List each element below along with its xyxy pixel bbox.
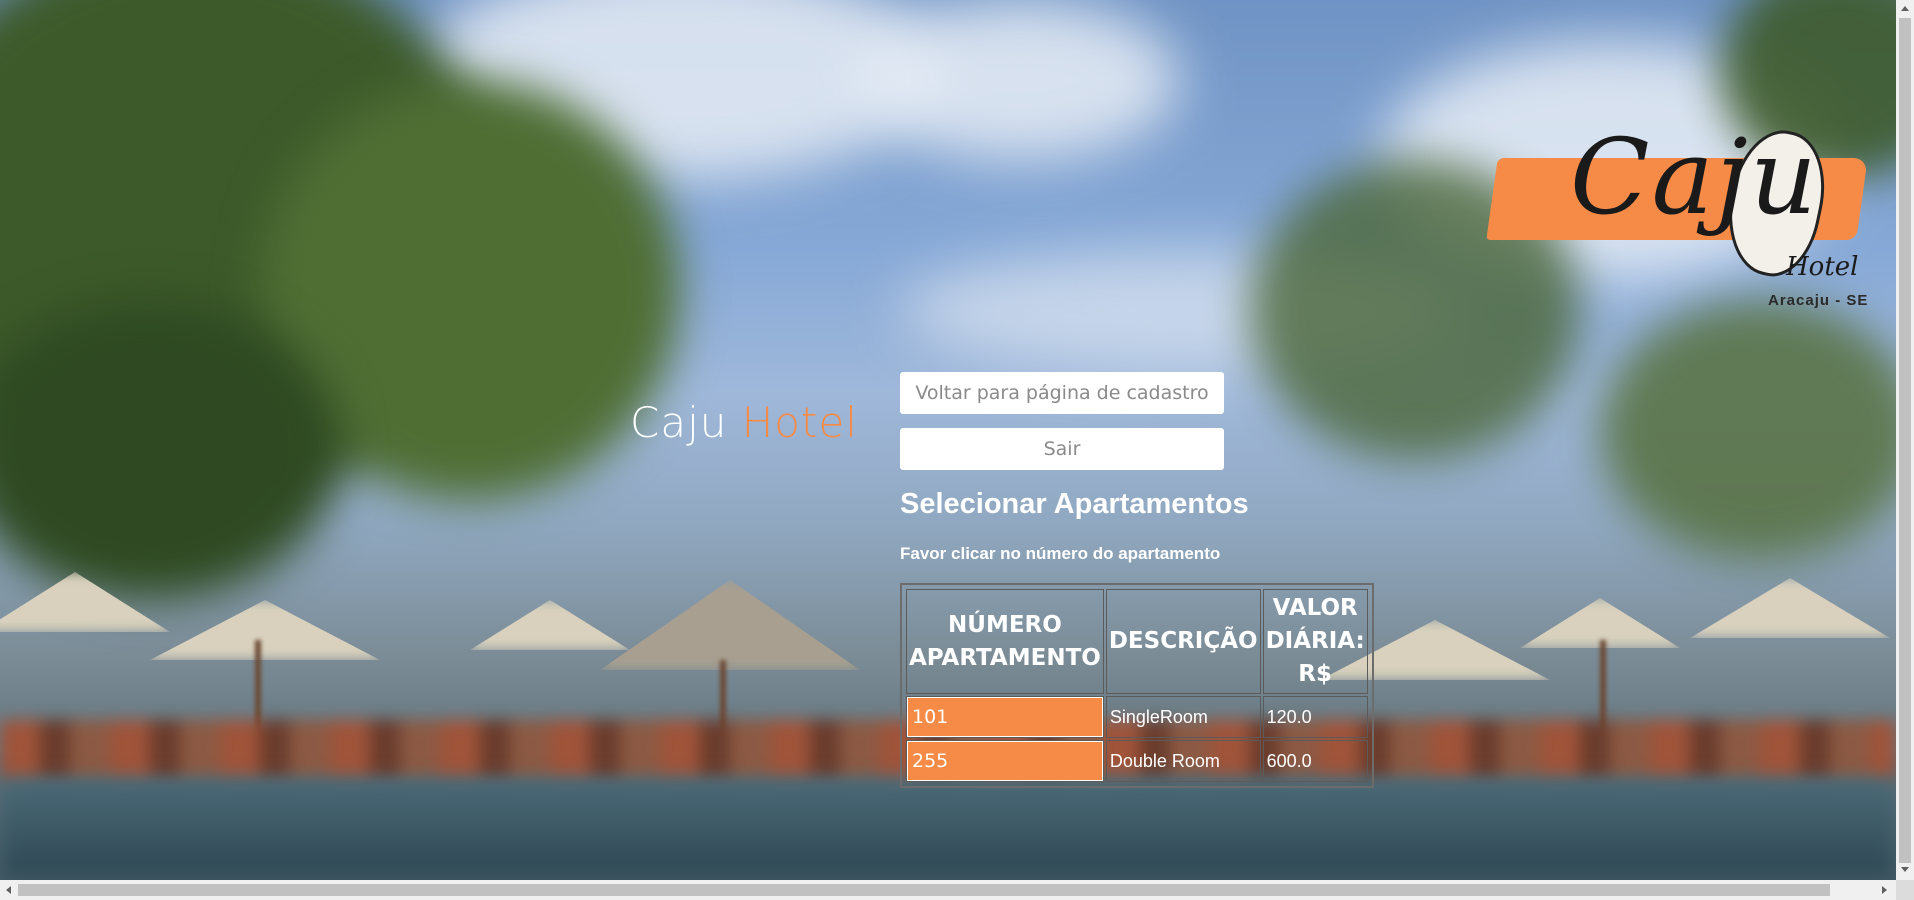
- scroll-right-arrow-icon[interactable]: [1882, 886, 1887, 894]
- apartments-table: NÚMERO APARTAMENTO DESCRIÇÃO VALOR DIÁRI…: [904, 587, 1370, 784]
- logo-wordmark: Caju: [1570, 116, 1819, 238]
- apartment-number-link[interactable]: 101: [907, 697, 1103, 737]
- brand-name: Caju: [630, 398, 728, 447]
- table-header-row: NÚMERO APARTAMENTO DESCRIÇÃO VALOR DIÁRI…: [906, 589, 1368, 694]
- page-title: Selecionar Apartamentos: [900, 488, 1249, 520]
- logo-subword: Hotel: [1786, 252, 1859, 282]
- logo-city: Aracaju - SE: [1768, 292, 1869, 309]
- scrollbar-corner: [1896, 880, 1914, 900]
- brand-name-accent: Hotel: [741, 398, 858, 447]
- scroll-down-arrow-icon[interactable]: [1901, 867, 1909, 872]
- table-row: 101 SingleRoom 120.0: [906, 696, 1368, 738]
- header-daily-rate: VALOR DIÁRIA: R$: [1262, 589, 1368, 694]
- vertical-scroll-thumb[interactable]: [1899, 18, 1911, 863]
- horizontal-scrollbar[interactable]: [0, 880, 1896, 900]
- description-cell: Double Room: [1105, 740, 1261, 782]
- header-apartment-number: NÚMERO APARTAMENTO: [906, 589, 1104, 694]
- rate-cell: 600.0: [1262, 740, 1368, 782]
- header-description: DESCRIÇÃO: [1105, 589, 1261, 694]
- apartment-number-cell: 255: [906, 740, 1104, 782]
- logout-button[interactable]: Sair: [900, 428, 1224, 470]
- instruction-text: Favor clicar no número do apartamento: [900, 544, 1221, 563]
- scroll-left-arrow-icon[interactable]: [6, 886, 11, 894]
- caju-hotel-logo: Caju Hotel Aracaju - SE: [1478, 116, 1878, 330]
- vertical-scrollbar[interactable]: [1896, 0, 1914, 880]
- horizontal-scroll-thumb[interactable]: [18, 884, 1830, 896]
- description-cell: SingleRoom: [1105, 696, 1261, 738]
- apartment-number-link[interactable]: 255: [907, 741, 1103, 781]
- brand-title: Caju Hotel: [630, 398, 858, 447]
- table-row: 255 Double Room 600.0: [906, 740, 1368, 782]
- apartment-number-cell: 101: [906, 696, 1104, 738]
- rate-cell: 120.0: [1262, 696, 1368, 738]
- apartments-table-container: NÚMERO APARTAMENTO DESCRIÇÃO VALOR DIÁRI…: [900, 583, 1374, 788]
- scroll-up-arrow-icon[interactable]: [1901, 6, 1909, 11]
- back-to-registration-button[interactable]: Voltar para página de cadastro: [900, 372, 1224, 414]
